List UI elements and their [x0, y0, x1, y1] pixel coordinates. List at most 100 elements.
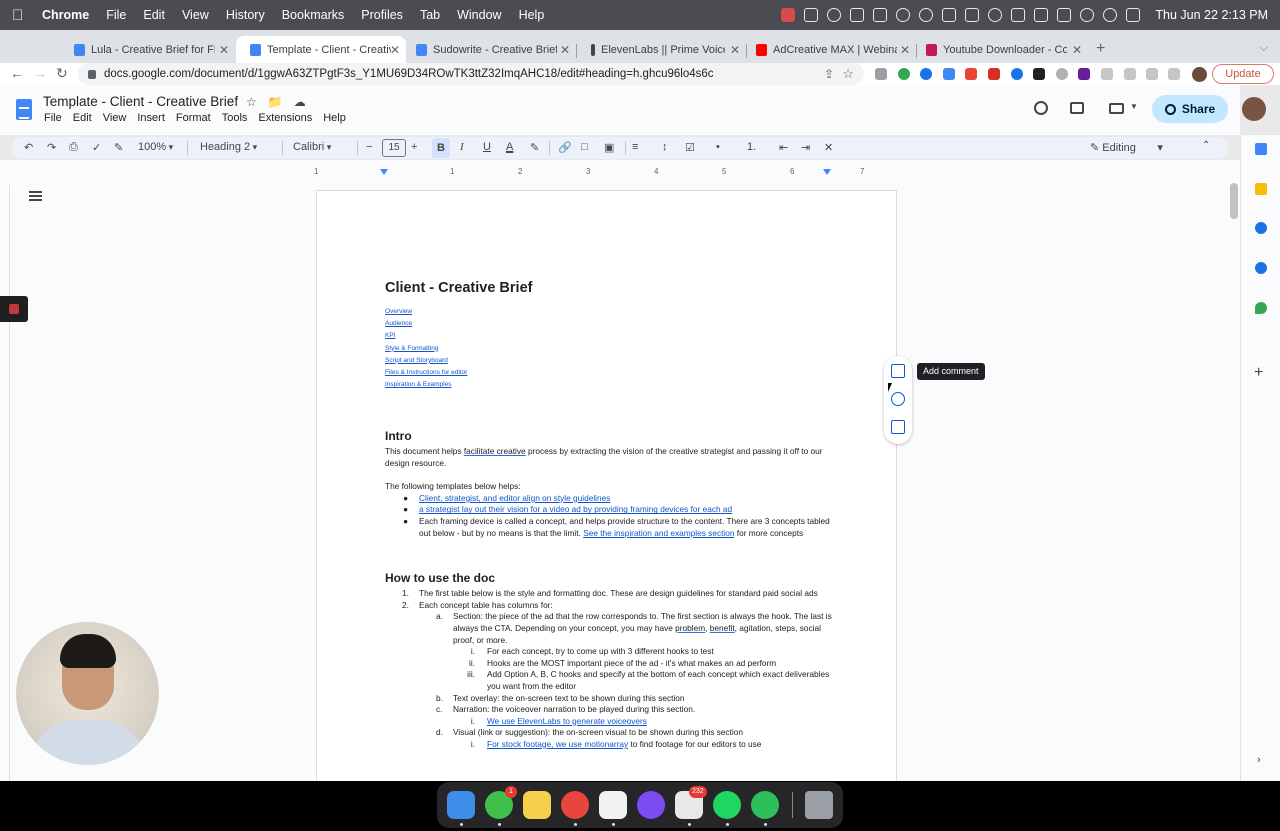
menu-app[interactable]: Chrome — [42, 8, 89, 22]
tab-template-creative-brief[interactable]: Template - Client - Creative Brief ✕ — [236, 36, 406, 63]
italic-button[interactable]: I — [460, 141, 464, 153]
keep-icon[interactable] — [1255, 183, 1267, 195]
editing-mode-select[interactable]: ✎ Editing ▾ — [1090, 141, 1163, 154]
paragraph-style-select[interactable]: Heading 2 — [200, 141, 257, 153]
zoom-select[interactable]: 100% — [138, 141, 173, 153]
tasks-icon[interactable] — [1255, 222, 1267, 234]
cloud-status-icon[interactable]: ☁ — [294, 95, 306, 109]
move-folder-icon[interactable]: 📁 — [268, 95, 283, 109]
highlight-pen-icon[interactable]: ✎ — [530, 141, 539, 154]
extension-vidyard-icon[interactable] — [1078, 68, 1090, 80]
docs-menu-help[interactable]: Help — [323, 112, 346, 124]
font-size-input[interactable]: 15 — [382, 139, 406, 157]
calendar-icon[interactable] — [1255, 143, 1267, 155]
document-page[interactable]: Client - Creative Brief Overview Audienc… — [316, 190, 897, 790]
close-tab-icon[interactable]: ✕ — [900, 43, 910, 57]
circle-status-icon[interactable] — [919, 8, 934, 22]
emoji-reaction-icon[interactable] — [891, 392, 905, 406]
print-icon[interactable]: ⎙ — [69, 141, 78, 154]
extension-blue-circle-icon[interactable] — [920, 68, 932, 80]
close-tab-icon[interactable]: ✕ — [560, 43, 570, 57]
tab-lula-creative-brief[interactable]: Lula - Creative Brief for FB ads ✕ — [60, 36, 235, 63]
finder-icon[interactable] — [447, 791, 475, 819]
comments-icon[interactable] — [1070, 102, 1084, 114]
bullet-link[interactable]: Client, strategist, and editor align on … — [419, 493, 610, 503]
expand-panel-chevron-icon[interactable]: › — [1257, 754, 1261, 766]
suggest-edit-icon[interactable] — [891, 420, 905, 434]
apple-icon[interactable]:  — [12, 7, 28, 24]
document-outline-icon[interactable] — [29, 191, 42, 201]
share-button[interactable]: Share — [1152, 95, 1228, 123]
notes-icon[interactable] — [523, 791, 551, 819]
close-tab-icon[interactable]: ✕ — [730, 43, 740, 57]
docs-menu-tools[interactable]: Tools — [222, 112, 248, 124]
tab-adcreative-webinar[interactable]: AdCreative MAX | Webinar Rep ✕ — [742, 36, 916, 63]
docs-menu-edit[interactable]: Edit — [73, 112, 92, 124]
user-avatar[interactable] — [1242, 97, 1266, 121]
document-body[interactable]: Client - Creative Brief Overview Audienc… — [385, 279, 835, 750]
spellcheck-icon[interactable]: ✓ — [92, 141, 101, 154]
tab-elevenlabs[interactable]: ElevenLabs || Prime Voice AI ✕ — [577, 36, 746, 63]
contacts-icon[interactable] — [1255, 262, 1267, 274]
screen-recorder-widget[interactable] — [0, 296, 28, 322]
add-on-plus-icon[interactable]: + — [1254, 364, 1263, 382]
menu-clock[interactable]: Thu Jun 22 2:13 PM — [1155, 8, 1268, 22]
menu-tab[interactable]: Tab — [420, 8, 440, 22]
docs-menu-extensions[interactable]: Extensions — [258, 112, 312, 124]
chrome-icon[interactable] — [561, 791, 589, 819]
extension-dark-icon[interactable] — [1033, 68, 1045, 80]
messenger-icon[interactable] — [637, 791, 665, 819]
share-page-icon[interactable]: ⇪ — [824, 67, 834, 81]
meet-dropdown-icon[interactable]: ▼ — [1130, 102, 1138, 111]
right-indent-marker[interactable] — [823, 169, 831, 175]
vectorize-status-icon[interactable] — [850, 8, 865, 22]
tab-youtube-downloader[interactable]: Youtube Downloader - Convert ✕ — [912, 36, 1088, 63]
battery-icon[interactable] — [1034, 8, 1049, 22]
docs-menu-format[interactable]: Format — [176, 112, 211, 124]
play-status-icon[interactable] — [988, 8, 1003, 22]
bulleted-list-icon[interactable]: • — [716, 141, 720, 153]
extension-green-icon[interactable] — [898, 68, 910, 80]
spotify-icon[interactable] — [713, 791, 741, 819]
trash-icon[interactable] — [805, 791, 833, 819]
inspiration-section-link[interactable]: See the inspiration and examples section — [583, 528, 734, 538]
bookmark-star-icon[interactable]: ☆ — [842, 66, 854, 82]
docs-menu-view[interactable]: View — [103, 112, 127, 124]
wifi-icon[interactable] — [1080, 8, 1095, 22]
chrome-profile-avatar[interactable] — [1192, 67, 1207, 82]
document-scrollbar[interactable] — [1230, 183, 1238, 219]
extension-screen-icon[interactable] — [943, 68, 955, 80]
maps-icon[interactable] — [1255, 302, 1267, 314]
close-tab-icon[interactable]: ✕ — [219, 43, 229, 57]
close-tab-icon[interactable]: ✕ — [390, 43, 400, 57]
undo-icon[interactable]: ↶ — [24, 141, 33, 154]
whatsapp-icon[interactable] — [751, 791, 779, 819]
tab-sudowrite-creative-brief[interactable]: Sudowrite - Creative Brief - Go ✕ — [402, 36, 576, 63]
close-tab-icon[interactable]: ✕ — [1072, 43, 1082, 57]
insert-link-icon[interactable]: 🔗 — [558, 141, 572, 154]
extension-status-icon[interactable] — [804, 8, 819, 22]
bold-button[interactable]: B — [432, 138, 450, 158]
screen-status-icon[interactable] — [873, 8, 888, 22]
spotlight-search-icon[interactable] — [1103, 8, 1118, 22]
volume-icon[interactable] — [942, 8, 957, 22]
menu-profiles[interactable]: Profiles — [361, 8, 403, 22]
vertical-ruler[interactable] — [0, 185, 10, 781]
document-status-icon[interactable] — [965, 8, 980, 22]
control-center-icon[interactable] — [1126, 8, 1141, 22]
clear-formatting-icon[interactable]: ✕ — [824, 141, 833, 154]
meet-video-icon[interactable] — [1109, 103, 1124, 114]
extensions-puzzle-icon[interactable] — [1101, 68, 1113, 80]
text-color-button[interactable]: A — [506, 141, 513, 153]
menu-view[interactable]: View — [182, 8, 209, 22]
elevenlabs-link[interactable]: We use ElevenLabs to generate voiceovers — [487, 716, 647, 726]
tab-search-chevron-icon[interactable]: ⌵ — [1260, 42, 1268, 55]
notion-icon[interactable] — [599, 791, 627, 819]
toc-link-files[interactable]: Files & Instructions for editor — [385, 367, 835, 379]
menu-history[interactable]: History — [226, 8, 265, 22]
toc-link-script[interactable]: Script and Storyboard — [385, 355, 835, 367]
extension-edge-icon[interactable] — [1011, 68, 1023, 80]
left-indent-marker[interactable] — [380, 169, 388, 175]
star-icon[interactable]: ☆ — [246, 95, 257, 109]
reload-icon[interactable]: ↻ — [56, 65, 68, 82]
